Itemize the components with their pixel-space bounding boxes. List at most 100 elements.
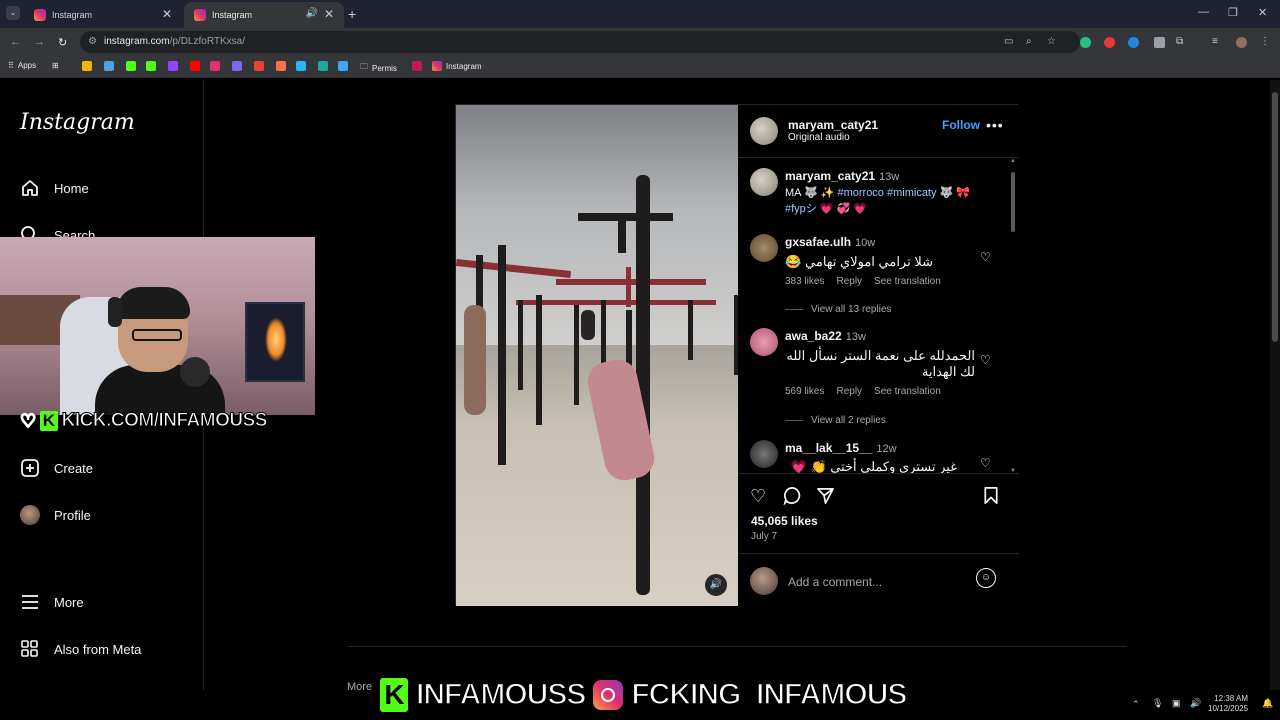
caption-username[interactable]: maryam_caty21 — [785, 169, 875, 183]
page-scrollbar[interactable] — [1270, 80, 1280, 690]
like-comment-icon[interactable]: ♡ — [980, 353, 991, 367]
close-tab-icon[interactable]: ✕ — [162, 7, 172, 21]
kick-bookmark-icon[interactable] — [146, 61, 156, 71]
comment-username[interactable]: awa_ba22 — [785, 329, 842, 343]
like-comment-icon[interactable]: ♡ — [980, 456, 991, 470]
gmail-bookmark-icon[interactable] — [254, 61, 264, 71]
instagram-bookmark-icon[interactable] — [210, 61, 220, 71]
comments-scrollbar[interactable]: ▲ ▼ — [1010, 158, 1016, 473]
bookmark-icon[interactable] — [104, 61, 114, 71]
comments-list[interactable]: maryam_caty21 13w MA 🐺 ✨ #morroco #mimica… — [738, 158, 1019, 474]
home-icon — [20, 178, 40, 198]
audio-label[interactable]: Original audio — [788, 132, 878, 143]
comment-text: غير تستري وكملي أختي 👏 💗 — [790, 459, 957, 474]
bookmark-icon[interactable] — [82, 61, 92, 71]
extension-icon[interactable] — [1080, 37, 1091, 48]
network-icon[interactable]: ▣ — [1172, 698, 1181, 709]
close-window-icon[interactable]: ✕ — [1258, 6, 1267, 19]
cast-icon[interactable]: ▭ — [1004, 36, 1013, 47]
caption-hashtags[interactable]: #morroco #mimicaty — [837, 187, 936, 199]
grid-icon[interactable]: ⊞ — [52, 61, 59, 70]
share-send-icon[interactable] — [816, 486, 835, 510]
site-info-icon[interactable]: ⚙ — [88, 31, 97, 53]
notification-bell-icon[interactable]: 🔔 — [1262, 698, 1273, 709]
instagram-favicon-icon — [34, 9, 46, 21]
add-comment-input[interactable]: Add a comment... — [788, 575, 882, 589]
sidebar-item-also-from-meta[interactable]: Also from Meta — [20, 639, 141, 659]
new-tab-button[interactable]: + — [348, 6, 356, 22]
extension-icon[interactable] — [1104, 37, 1115, 48]
profile-avatar-icon[interactable] — [1236, 37, 1247, 48]
comment-avatar[interactable] — [750, 440, 778, 468]
comment-username[interactable]: gxsafae.ulh — [785, 235, 851, 249]
view-replies-button[interactable]: View all 13 replies — [785, 304, 891, 315]
bookmark-apps[interactable]: ⠿ Apps — [8, 61, 36, 70]
save-bookmark-icon[interactable] — [983, 486, 999, 510]
extensions-puzzle-icon[interactable]: ⧉ — [1176, 36, 1183, 47]
author-username[interactable]: maryam_caty21 — [788, 118, 878, 132]
like-comment-icon[interactable]: ♡ — [980, 250, 991, 264]
comment-avatar[interactable] — [750, 328, 778, 356]
comment-username[interactable]: ma__lak__15__ — [785, 441, 872, 455]
tab-search-icon[interactable]: ⌄ — [6, 6, 20, 20]
tab-groups-icon[interactable]: ≡ — [1212, 36, 1218, 47]
youtube-bookmark-icon[interactable] — [190, 61, 200, 71]
bookmark-star-icon[interactable]: ☆ — [1047, 36, 1056, 47]
bookmark-icon[interactable] — [232, 61, 242, 71]
sidebar-item-profile[interactable]: Profile — [20, 505, 91, 525]
forward-icon[interactable]: → — [34, 36, 45, 48]
microphone-icon[interactable]: 🎙 — [1152, 698, 1163, 709]
reply-button[interactable]: Reply — [836, 276, 862, 287]
speaker-icon[interactable]: 🔊 — [306, 8, 318, 19]
browser-tab[interactable]: Instagram ✕ — [24, 2, 182, 28]
tray-chevron-icon[interactable]: ⌃ — [1132, 699, 1140, 710]
emoji-picker-icon[interactable]: ☺ — [976, 568, 996, 588]
caption-avatar[interactable] — [750, 168, 778, 196]
see-translation-button[interactable]: See translation — [874, 386, 941, 397]
reload-icon[interactable]: ↻ — [58, 36, 67, 49]
bookmark-icon[interactable] — [318, 61, 328, 71]
like-heart-icon[interactable]: ♡ — [750, 486, 766, 507]
system-clock[interactable]: 12:38 AM 10/12/2025 — [1208, 694, 1248, 714]
twitch-bookmark-icon[interactable] — [168, 61, 178, 71]
see-translation-button[interactable]: See translation — [874, 276, 941, 287]
minimize-icon[interactable]: — — [1198, 6, 1209, 18]
browser-tab-strip: ⌄ Instagram ✕ Instagram 🔊 ✕ + — ❐ ✕ — [0, 0, 1280, 28]
url-input[interactable]: ⚙ instagram.com/p/DLzfoRTKxsa/ — [80, 31, 1080, 53]
bookmark-icon[interactable] — [338, 61, 348, 71]
instagram-logo[interactable]: Instagram — [20, 110, 135, 135]
post-video[interactable]: 🔊 — [456, 105, 738, 606]
comment-item: gxsafae.ulh 10w شلا ترامي امولاي تهامي 😂 … — [785, 234, 985, 287]
kick-bookmark-icon[interactable] — [126, 61, 136, 71]
caption-hashtags[interactable]: #fypシ — [785, 203, 817, 215]
bookmark-icon[interactable] — [296, 61, 306, 71]
volume-icon[interactable]: 🔊 — [1190, 698, 1201, 709]
comment-likes[interactable]: 569 likes — [785, 386, 824, 397]
browser-tab-active[interactable]: Instagram 🔊 ✕ — [184, 2, 344, 28]
comment-likes[interactable]: 383 likes — [785, 276, 824, 287]
kebab-menu-icon[interactable]: ⋮ — [1260, 36, 1270, 47]
zoom-icon[interactable]: ⌕ — [1026, 36, 1032, 47]
bookmark-instagram[interactable]: Instagram — [432, 61, 482, 71]
more-options-icon[interactable]: ••• — [986, 117, 1004, 133]
notifications-heart-icon[interactable]: ♡ — [19, 410, 37, 432]
restore-icon[interactable]: ❐ — [1228, 6, 1238, 19]
close-tab-icon[interactable]: ✕ — [324, 7, 334, 21]
mute-toggle-icon[interactable]: 🔊 — [705, 574, 727, 596]
follow-button[interactable]: Follow — [942, 118, 980, 132]
view-replies-button[interactable]: View all 2 replies — [785, 415, 886, 426]
comment-bubble-icon[interactable] — [783, 486, 802, 510]
sidebar-item-more[interactable]: More — [20, 592, 84, 612]
bookmark-icon[interactable] — [276, 61, 286, 71]
sidebar-item-home[interactable]: Home — [20, 178, 89, 198]
extension-icon[interactable] — [1154, 37, 1165, 48]
bookmark-folder-permis[interactable]: 🗀 Permis — [360, 61, 397, 75]
back-icon[interactable]: ← — [10, 36, 21, 48]
extension-icon[interactable] — [1128, 37, 1139, 48]
comment-avatar[interactable] — [750, 234, 778, 262]
bookmark-icon[interactable] — [412, 61, 422, 71]
author-avatar[interactable] — [750, 117, 778, 145]
reply-button[interactable]: Reply — [836, 386, 862, 397]
likes-count[interactable]: 45,065 likes — [751, 514, 818, 528]
sidebar-item-create[interactable]: Create — [20, 458, 93, 478]
